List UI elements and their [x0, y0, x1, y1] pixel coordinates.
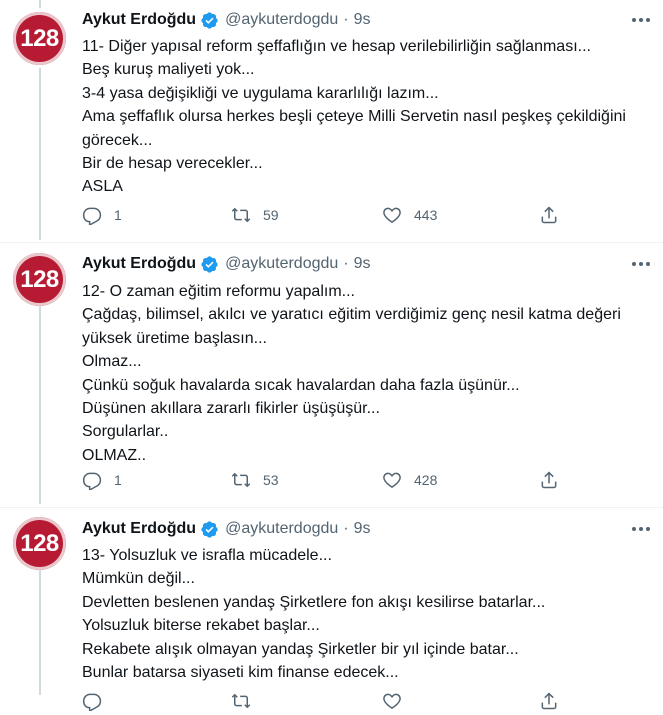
like-count: 428	[414, 472, 438, 488]
more-horizontal-icon[interactable]	[627, 253, 655, 275]
tweet-line: Düşünen akıllara zararlı fikirler üşüşüş…	[82, 400, 380, 418]
thread-line	[39, 570, 41, 695]
share-button[interactable]	[535, 201, 563, 229]
tweet-line: OLMAZ..	[82, 446, 147, 464]
more-horizontal-icon[interactable]	[627, 9, 655, 31]
like-button[interactable]: 428	[378, 466, 437, 494]
tweet-line: Bunlar batarsa siyaseti kim finanse edec…	[82, 664, 399, 682]
author-handle[interactable]: @aykuterdogdu	[225, 11, 338, 29]
reply-button[interactable]: 1	[78, 466, 122, 494]
tweet-line: Beş kuruş maliyeti yok...	[82, 61, 255, 79]
retweet-icon	[227, 201, 255, 229]
tweet-line: 13- Yolsuzluk ve israfla mücadele...	[82, 547, 332, 564]
tweet-text: 13- Yolsuzluk ve israfla mücadele... Müm…	[82, 544, 652, 684]
thread-line	[39, 0, 41, 8]
separator-dot: ·	[343, 520, 349, 537]
heart-icon	[378, 201, 406, 229]
retweet-icon	[227, 466, 255, 494]
tweet-line: ASLA	[82, 178, 123, 196]
tweet-line: Ama şeffaflık olursa herkes beşli çeteye…	[82, 108, 626, 126]
retweet-count: 59	[263, 207, 279, 223]
thread-line	[39, 68, 41, 240]
author-handle[interactable]: @aykuterdogdu	[225, 255, 338, 273]
tweet-line: Devletten beslenen yandaş Şirketlere fon…	[82, 593, 546, 611]
share-button[interactable]	[535, 466, 563, 494]
tweet-line: görecek...	[82, 131, 153, 149]
tweet-line: Yolsuzluk biterse rekabet başlar...	[82, 617, 320, 635]
like-button[interactable]: 443	[378, 201, 437, 229]
reply-icon	[78, 201, 106, 229]
avatar[interactable]: 128	[13, 517, 66, 570]
retweet-button[interactable]: 59	[227, 201, 279, 229]
verified-badge-icon	[200, 11, 219, 30]
timestamp[interactable]: 9s	[354, 520, 371, 538]
author-name[interactable]: Aykut Erdoğdu	[82, 11, 196, 29]
heart-icon	[378, 466, 406, 494]
tweet-line: Rekabete alışık olmayan yandaş Şirketler…	[82, 640, 519, 658]
separator-dot: ·	[343, 255, 349, 272]
tweet-line: Çağdaş, bilimsel, akılcı ve yaratıcı eği…	[82, 306, 621, 324]
verified-badge-icon	[200, 520, 219, 539]
timestamp[interactable]: 9s	[354, 11, 371, 29]
tweet-actions	[76, 687, 576, 715]
tweet-header: Aykut Erdoğdu @aykuterdogdu · 9s	[82, 9, 371, 31]
tweet-text: 12- O zaman eğitim reformu yapalım... Ça…	[82, 280, 652, 467]
reply-icon	[78, 687, 106, 715]
tweet-text: 11- Diğer yapısal reform şeffaflığın ve …	[82, 35, 652, 199]
tweet-line: 11- Diğer yapısal reform şeffaflığın ve …	[82, 38, 591, 55]
tweet-line: 3-4 yasa değişikliği ve uygulama kararlı…	[82, 84, 439, 102]
timestamp[interactable]: 9s	[354, 255, 371, 273]
tweet-actions: 1 59 443	[76, 201, 576, 229]
reply-button[interactable]	[78, 687, 106, 715]
author-handle[interactable]: @aykuterdogdu	[225, 520, 338, 538]
more-horizontal-icon[interactable]	[627, 518, 655, 540]
tweet-line: Bir de hesap verecekler...	[82, 155, 263, 173]
tweet-header: Aykut Erdoğdu @aykuterdogdu · 9s	[82, 518, 371, 540]
share-icon	[535, 466, 563, 494]
reply-button[interactable]: 1	[78, 201, 122, 229]
avatar[interactable]: 128	[13, 253, 66, 306]
reply-icon	[78, 466, 106, 494]
tweet-actions: 1 53 428	[76, 466, 576, 494]
retweet-icon	[227, 687, 255, 715]
divider	[0, 507, 663, 508]
retweet-button[interactable]	[227, 687, 255, 715]
tweet-line: Sorgularlar..	[82, 423, 169, 441]
share-button[interactable]	[535, 687, 563, 715]
tweet-line: yüksek üretime başlasın...	[82, 329, 267, 347]
tweet-line: Olmaz...	[82, 353, 142, 371]
tweet-line: 12- O zaman eğitim reformu yapalım...	[82, 283, 355, 300]
like-button[interactable]	[378, 687, 406, 715]
tweet-line: Çünkü soğuk havalarda sıcak havalardan d…	[82, 376, 520, 394]
separator-dot: ·	[343, 11, 349, 28]
like-count: 443	[414, 207, 438, 223]
reply-count: 1	[114, 472, 122, 488]
share-icon	[535, 201, 563, 229]
avatar[interactable]: 128	[13, 12, 66, 65]
heart-icon	[378, 687, 406, 715]
author-name[interactable]: Aykut Erdoğdu	[82, 520, 196, 538]
reply-count: 1	[114, 207, 122, 223]
retweet-count: 53	[263, 472, 279, 488]
tweet-line: Mümkün değil...	[82, 570, 195, 588]
tweet-header: Aykut Erdoğdu @aykuterdogdu · 9s	[82, 253, 371, 275]
thread-line	[39, 306, 41, 504]
author-name[interactable]: Aykut Erdoğdu	[82, 255, 196, 273]
share-icon	[535, 687, 563, 715]
verified-badge-icon	[200, 255, 219, 274]
retweet-button[interactable]: 53	[227, 466, 279, 494]
divider	[0, 242, 663, 243]
